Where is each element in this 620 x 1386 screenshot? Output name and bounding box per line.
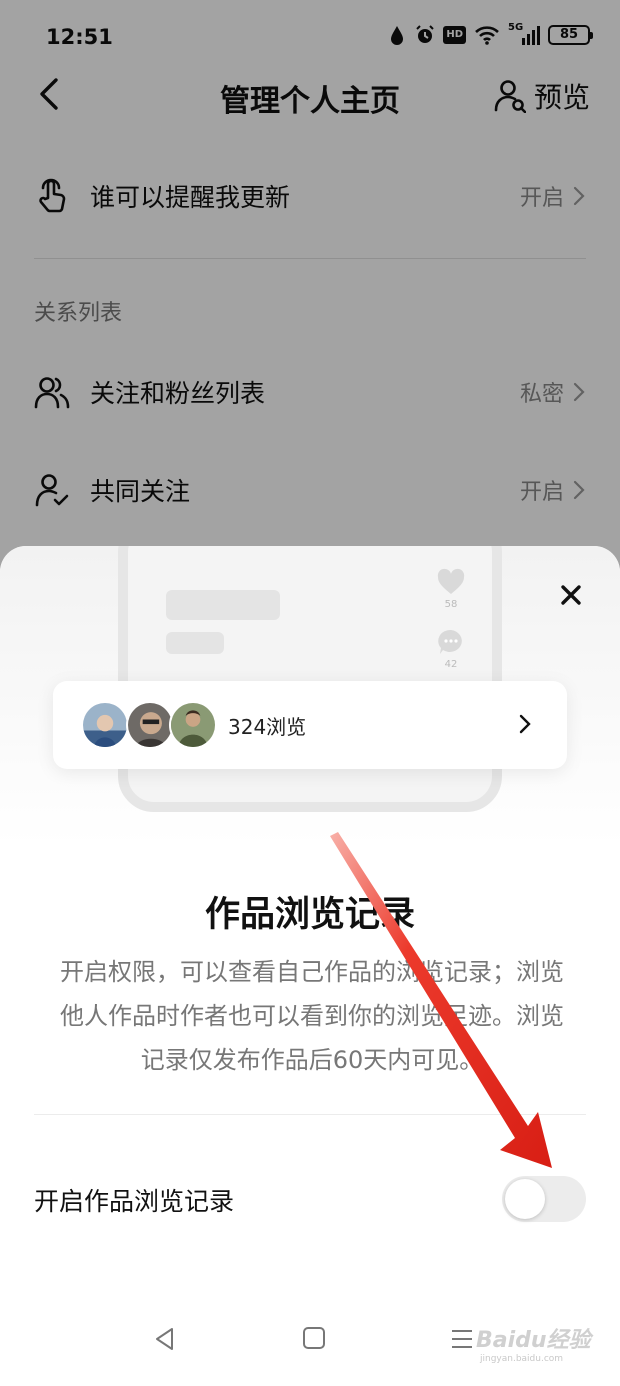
avatar	[169, 701, 217, 749]
comment-icon	[437, 628, 465, 656]
illustration-like-count: 58	[444, 599, 458, 610]
avatar	[81, 701, 129, 749]
avatar	[126, 701, 174, 749]
sheet-description: 开启权限，可以查看自己作品的浏览记录；浏览他人作品时作者也可以看到你的浏览足迹。…	[60, 958, 564, 1074]
browse-record-toggle[interactable]	[502, 1176, 586, 1222]
close-icon[interactable]	[558, 582, 584, 608]
toggle-label: 开启作品浏览记录	[34, 1187, 235, 1216]
toggle-knob	[505, 1179, 545, 1219]
chevron-right-icon	[519, 713, 531, 735]
sheet-title: 作品浏览记录	[204, 895, 415, 935]
watermark-url: jingyan.baidu.com	[480, 1354, 564, 1364]
system-nav-bar: Baidu经验 jingyan.baidu.com	[0, 1316, 620, 1376]
views-count: 324浏览	[228, 715, 307, 739]
views-card[interactable]: 324浏览	[53, 681, 567, 769]
nav-home-icon[interactable]	[302, 1326, 326, 1350]
sheet-divider	[34, 1114, 586, 1115]
illustration-comment-count: 42	[444, 659, 458, 670]
illustration-placeholder-bar	[166, 632, 224, 654]
illustration-placeholder-bar	[166, 590, 280, 620]
bottom-sheet: 58 42 324浏览 作品浏览记录 开启权限，可以查看自己作品的浏览记录；浏览…	[0, 546, 620, 1386]
nav-menu-icon[interactable]	[450, 1328, 474, 1350]
heart-icon	[436, 568, 466, 596]
nav-back-icon[interactable]	[152, 1326, 178, 1352]
watermark-logo: Baidu经验	[476, 1328, 591, 1353]
